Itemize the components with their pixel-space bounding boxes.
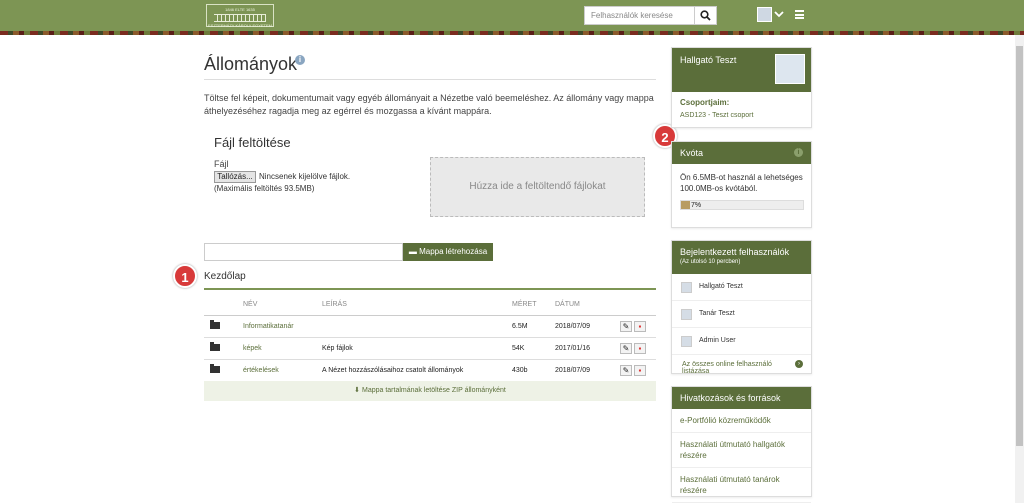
max-upload-text: (Maximális feltöltés 93.5MB) bbox=[214, 184, 315, 193]
folder-size: 430b bbox=[512, 359, 555, 382]
file-table: NÉV LEÍRÁS MÉRET DÁTUM Informatikatanár … bbox=[204, 294, 656, 382]
folder-date: 2018/07/09 bbox=[555, 359, 620, 382]
online-title: Bejelentkezett felhasználók bbox=[680, 247, 790, 257]
folder-name-link[interactable]: Informatikatanár bbox=[243, 323, 294, 330]
header-size[interactable]: MÉRET bbox=[512, 294, 555, 316]
folder-name-link[interactable]: értékelések bbox=[243, 367, 279, 374]
chevron-down-icon[interactable] bbox=[774, 9, 784, 19]
table-row[interactable]: Informatikatanár 6.5M 2018/07/09 ✎ ▪ bbox=[204, 315, 656, 338]
list-item[interactable]: Hallgató Teszt bbox=[672, 274, 811, 301]
header-date[interactable]: DÁTUM bbox=[555, 294, 620, 316]
no-file-text: Nincsenek kijelölve fájlok. bbox=[259, 172, 351, 181]
online-user-name[interactable]: Tanár Teszt bbox=[699, 310, 735, 317]
folder-description: A Nézet hozzászólásaihoz csatolt állomán… bbox=[322, 359, 512, 382]
edit-icon[interactable]: ✎ bbox=[620, 320, 632, 332]
list-item[interactable]: Admin User bbox=[672, 328, 811, 355]
folder-icon bbox=[210, 319, 220, 329]
step-badge-1: 1 bbox=[173, 264, 197, 288]
quota-progress-fill bbox=[681, 201, 690, 209]
user-avatar-icon bbox=[681, 336, 692, 347]
folder-description bbox=[322, 315, 512, 338]
table-row[interactable]: értékelések A Nézet hozzászólásaihoz csa… bbox=[204, 359, 656, 382]
info-icon[interactable]: i bbox=[794, 148, 803, 157]
logo-building-icon bbox=[214, 14, 266, 22]
delete-icon[interactable]: ▪ bbox=[633, 342, 646, 354]
resource-link[interactable]: Használati útmutató hallgatók részére bbox=[672, 433, 811, 468]
folder-size: 6.5M bbox=[512, 315, 555, 338]
folder-date: 2018/07/09 bbox=[555, 315, 620, 338]
search-icon bbox=[700, 10, 711, 21]
user-avatar-icon[interactable] bbox=[757, 7, 772, 22]
page-intro: Töltse fel képeit, dokumentumait vagy eg… bbox=[204, 93, 654, 116]
folder-size: 54K bbox=[512, 337, 555, 360]
links-card: Hivatkozások és források e-Portfólió köz… bbox=[671, 386, 812, 503]
file-dropzone[interactable]: Húzza ide a feltöltendő fájlokat bbox=[430, 157, 645, 217]
breadcrumb-divider bbox=[204, 288, 656, 290]
folder-icon bbox=[210, 363, 220, 373]
top-navigation-bar bbox=[0, 0, 1024, 31]
decorative-stripe bbox=[0, 31, 1024, 35]
online-subtitle: (Az utolsó 10 percben) bbox=[680, 259, 741, 265]
table-row[interactable]: képek Kép fájlok 54K 2017/01/16 ✎ ▪ bbox=[204, 337, 656, 360]
info-icon[interactable]: i bbox=[295, 55, 305, 65]
folder-date: 2017/01/16 bbox=[555, 337, 620, 360]
links-title: Hivatkozások és források bbox=[680, 393, 781, 403]
create-folder-label: Mappa létrehozása bbox=[419, 247, 488, 256]
download-icon: ⬇ bbox=[354, 387, 362, 394]
profile-card: Hallgató Teszt Csoportjaim: ASD123 - Tes… bbox=[671, 47, 812, 128]
breadcrumb[interactable]: Kezdőlap bbox=[204, 271, 246, 282]
user-search-input[interactable]: Felhasználók keresése bbox=[584, 6, 695, 25]
all-online-users-link[interactable]: Az összes online felhasználó listázása › bbox=[672, 355, 811, 381]
menu-icon[interactable] bbox=[795, 10, 804, 19]
delete-icon[interactable]: ▪ bbox=[633, 364, 646, 376]
user-avatar-icon bbox=[681, 282, 692, 293]
folder-icon bbox=[210, 341, 220, 351]
user-avatar-icon bbox=[681, 309, 692, 320]
folder-name-input[interactable] bbox=[204, 243, 403, 261]
avatar[interactable] bbox=[775, 54, 805, 84]
create-folder-button[interactable]: ▬ Mappa létrehozása bbox=[403, 243, 493, 261]
delete-icon[interactable]: ▪ bbox=[633, 320, 646, 332]
header-description[interactable]: LEÍRÁS bbox=[322, 294, 512, 316]
university-logo[interactable]: 1846 ELTE 1635 ESZTERHÁZY KÁROLY EGYETEM bbox=[206, 4, 274, 28]
online-users-card: Bejelentkezett felhasználók (Az utolsó 1… bbox=[671, 240, 812, 375]
page-title: Állományok bbox=[204, 54, 298, 74]
download-zip-link[interactable]: ⬇ Mappa tartalmának letöltése ZIP állomá… bbox=[204, 381, 656, 401]
group-link[interactable]: ASD123 - Teszt csoport bbox=[680, 112, 753, 119]
groups-label: Csoportjaim: bbox=[680, 98, 730, 107]
browse-button[interactable]: Tallózás... bbox=[214, 171, 256, 183]
all-online-users-label: Az összes online felhasználó listázása bbox=[682, 361, 772, 375]
logo-line2: ESZTERHÁZY KÁROLY EGYETEM bbox=[207, 23, 272, 28]
edit-icon[interactable]: ✎ bbox=[620, 342, 632, 354]
file-label: Fájl bbox=[214, 159, 229, 169]
quota-percent: 7% bbox=[691, 202, 702, 209]
resource-link[interactable]: Használati útmutató tanárok részére bbox=[672, 468, 811, 503]
header-name[interactable]: NÉV bbox=[243, 294, 322, 316]
search-button[interactable] bbox=[695, 6, 717, 25]
quota-text: Ön 6.5MB-ot használ a lehetséges 100.0MB… bbox=[680, 173, 803, 193]
online-user-name[interactable]: Hallgató Teszt bbox=[699, 283, 743, 290]
upload-title: Fájl feltöltése bbox=[214, 135, 291, 150]
resource-link[interactable]: e-Portfólió közreműködők bbox=[672, 409, 811, 433]
title-divider bbox=[204, 79, 656, 80]
download-zip-label: Mappa tartalmának letöltése ZIP állomány… bbox=[361, 387, 506, 394]
quota-title: Kvóta bbox=[680, 148, 704, 158]
folder-description: Kép fájlok bbox=[322, 337, 512, 360]
profile-name[interactable]: Hallgató Teszt bbox=[680, 55, 736, 65]
quota-card: Kvóta i Ön 6.5MB-ot használ a lehetséges… bbox=[671, 141, 812, 228]
arrow-right-icon: › bbox=[795, 360, 803, 368]
folder-name-link[interactable]: képek bbox=[243, 345, 262, 352]
list-item[interactable]: Tanár Teszt bbox=[672, 301, 811, 328]
folder-icon: ▬ bbox=[408, 247, 420, 256]
edit-icon[interactable]: ✎ bbox=[620, 364, 632, 376]
online-user-name[interactable]: Admin User bbox=[699, 337, 736, 344]
scrollbar-thumb[interactable] bbox=[1016, 46, 1023, 446]
logo-line1: 1846 ELTE 1635 bbox=[225, 7, 255, 12]
